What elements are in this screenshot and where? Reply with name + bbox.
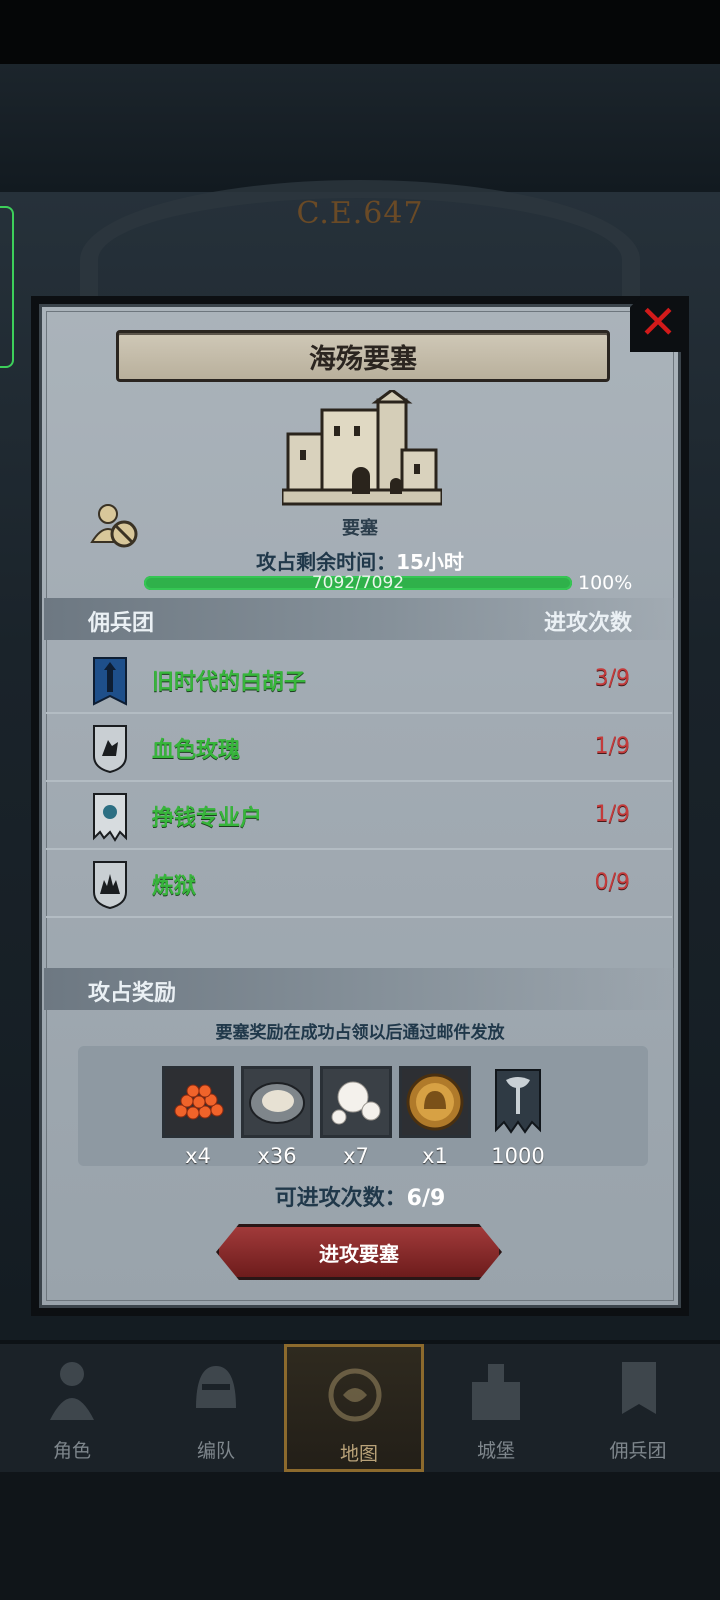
close-x-icon: ✕: [638, 295, 678, 349]
close-button[interactable]: ✕: [630, 296, 686, 352]
available-attacks-label: 可进攻次数：: [274, 1186, 407, 1211]
oyster-icon: [244, 1069, 310, 1135]
mercenary-header: 佣兵团 进攻次数: [44, 598, 674, 640]
rewards-header: 攻占奖励: [44, 968, 674, 1010]
castle-icon: [282, 390, 442, 506]
axe-banner-icon: [495, 1069, 541, 1134]
reward-item[interactable]: [399, 1066, 471, 1138]
nav-item-formation[interactable]: 编队: [144, 1344, 288, 1472]
available-attacks-value: 6/9: [406, 1186, 446, 1211]
reward-item[interactable]: [320, 1066, 392, 1138]
reward-item[interactable]: [241, 1066, 313, 1138]
remaining-time-value: 15小时: [396, 550, 464, 574]
knight-icon: [50, 1362, 94, 1420]
gold-helmet-coin-icon: [402, 1069, 468, 1135]
torn-banner-icon: [93, 793, 127, 842]
attack-fortress-button[interactable]: 进攻要塞: [216, 1224, 502, 1280]
castle-nav-icon: [472, 1364, 520, 1420]
nav-item-map[interactable]: 地图: [284, 1344, 424, 1472]
rewards-notice: 要塞奖励在成功占领以后通过邮件发放: [215, 1023, 505, 1043]
nav-label: 地图: [339, 1443, 378, 1465]
nav-label: 编队: [196, 1440, 235, 1462]
nav-item-character[interactable]: 角色: [0, 1344, 144, 1472]
mercenary-name: 旧时代的白胡子: [152, 670, 307, 695]
flame-shield-icon: [93, 861, 127, 910]
reward-qty: x4: [185, 1144, 211, 1168]
nav-label: 城堡: [476, 1440, 515, 1462]
reward-item[interactable]: [162, 1066, 234, 1138]
reward-qty: x36: [257, 1144, 297, 1168]
blue-tower-banner-icon: [93, 657, 127, 706]
background-band: [0, 64, 720, 192]
pearl-icon: [323, 1069, 389, 1135]
available-attacks: 可进攻次数：6/9: [0, 1180, 720, 1212]
remaining-time-label: 攻占剩余时间：: [256, 550, 397, 574]
mercenary-attack-count: 3/9: [594, 666, 630, 691]
helmet-icon: [196, 1366, 236, 1408]
wolf-shield-icon: [93, 725, 127, 774]
mercenary-row[interactable]: 挣钱专业户 1/9: [46, 782, 672, 850]
nav-label: 佣兵团: [609, 1440, 667, 1462]
nav-item-castle[interactable]: 城堡: [424, 1344, 568, 1472]
bottom-area: [0, 1472, 720, 1600]
mercenary-row[interactable]: 血色玫瑰 1/9: [46, 714, 672, 782]
building-type-label: 要塞: [342, 518, 378, 539]
status-bar: [0, 0, 720, 64]
fortress-hp-text: 7092/7092: [311, 573, 405, 593]
mercenary-row[interactable]: 炼狱 0/9: [46, 850, 672, 918]
rewards-header-label: 攻占奖励: [88, 981, 177, 1006]
nav-label: 角色: [52, 1440, 91, 1462]
dialog-title-plate: 海殇要塞: [116, 330, 610, 382]
fish-roe-icon: [165, 1069, 231, 1135]
reward-qty: x1: [422, 1144, 448, 1168]
banner-icon: [622, 1362, 656, 1414]
remaining-time: 攻占剩余时间：15小时: [0, 546, 720, 575]
side-tab-outline[interactable]: [0, 206, 14, 368]
mercenary-attack-count: 1/9: [594, 734, 630, 759]
mercenary-attack-count: 0/9: [594, 870, 630, 895]
mercenary-name: 炼狱: [152, 874, 197, 899]
mercenary-row[interactable]: 旧时代的白胡子 3/9: [46, 646, 672, 714]
mercenary-name: 血色玫瑰: [152, 738, 241, 763]
reward-qty: 1000: [491, 1144, 545, 1168]
attack-fortress-label: 进攻要塞: [319, 1241, 399, 1266]
era-label: C.E.647: [296, 196, 424, 231]
mercenary-name: 挣钱专业户: [152, 806, 263, 831]
mercenary-attack-count: 1/9: [594, 802, 630, 827]
mercenary-header-label: 佣兵团: [88, 611, 155, 636]
compass-map-icon: [328, 1368, 382, 1422]
nav-item-mercenary[interactable]: 佣兵团: [566, 1344, 710, 1472]
reward-item[interactable]: [488, 1066, 548, 1138]
bottom-nav: 角色 编队 地图 城堡 佣兵团: [0, 1344, 720, 1472]
dialog-title: 海殇要塞: [309, 343, 417, 375]
fortress-hp-percent: 100%: [578, 572, 633, 594]
attack-count-header: 进攻次数: [543, 611, 632, 636]
reward-qty: x7: [343, 1144, 369, 1168]
